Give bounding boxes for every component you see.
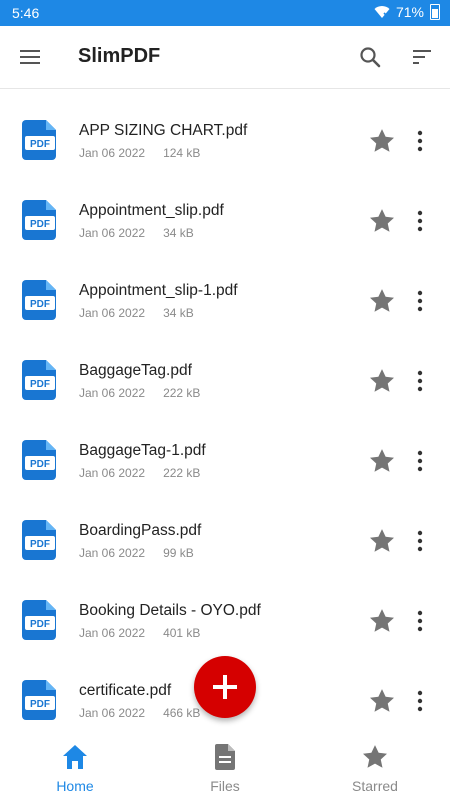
star-icon[interactable] [367,686,397,716]
battery-percent: 71% [395,4,424,20]
star-icon[interactable] [367,526,397,556]
more-options-icon[interactable] [412,128,428,154]
svg-text:PDF: PDF [30,139,50,150]
status-icons: 71% [374,4,440,20]
add-button[interactable] [194,656,256,718]
app-title: SlimPDF [78,45,160,68]
star-icon[interactable] [367,446,397,476]
file-date: Jan 06 2022 [79,226,146,240]
app-title-suffix: PDF [120,45,161,67]
svg-text:PDF: PDF [30,619,50,630]
file-date: Jan 06 2022 [79,146,146,160]
menu-icon[interactable] [18,45,42,69]
svg-text:PDF: PDF [30,539,50,550]
file-row[interactable]: PDF BaggageTag-1.pdf Jan 06 2022 222 kB [0,420,450,500]
file-list: PDF APP SIZING CHART.pdf Jan 06 2022 124 … [0,100,450,740]
pdf-file-icon: PDF [22,600,56,640]
file-meta: Jan 06 2022 34 kB [79,306,194,320]
file-meta: Jan 06 2022 34 kB [79,226,194,240]
file-row[interactable]: PDF BaggageTag.pdf Jan 06 2022 222 kB [0,340,450,420]
nav-home-label: Home [56,778,94,794]
pdf-file-icon: PDF [22,520,56,560]
more-options-icon[interactable] [412,368,428,394]
svg-text:PDF: PDF [30,699,50,710]
pdf-file-icon: PDF [22,120,56,160]
file-name: APP SIZING CHART.pdf [79,122,248,139]
star-icon[interactable] [367,366,397,396]
more-options-icon[interactable] [412,288,428,314]
battery-icon [430,4,440,20]
star-icon [363,745,387,768]
more-options-icon[interactable] [412,688,428,714]
file-name: Appointment_slip.pdf [79,202,224,219]
file-icon [215,744,235,770]
file-size: 34 kB [163,226,194,240]
file-name: BaggageTag-1.pdf [79,442,206,459]
more-options-icon[interactable] [412,528,428,554]
sort-icon[interactable] [410,45,434,69]
file-name: certificate.pdf [79,682,172,699]
file-name: Appointment_slip-1.pdf [79,282,238,299]
file-meta: Jan 06 2022 99 kB [79,546,194,560]
file-meta: Jan 06 2022 222 kB [79,386,200,400]
file-size: 222 kB [163,466,201,480]
nav-starred-label: Starred [352,778,398,794]
file-meta: Jan 06 2022 466 kB [79,706,200,720]
file-date: Jan 06 2022 [79,386,146,400]
nav-home[interactable]: Home [0,732,150,800]
file-size: 34 kB [163,306,194,320]
file-meta: Jan 06 2022 222 kB [79,466,200,480]
file-date: Jan 06 2022 [79,466,146,480]
app-title-prefix: Slim [78,45,121,67]
file-size: 466 kB [163,706,201,720]
file-row[interactable]: PDF Appointment_slip.pdf Jan 06 2022 34 k… [0,180,450,260]
plus-icon [213,675,237,699]
status-time: 5:46 [12,5,40,21]
svg-text:PDF: PDF [30,379,50,390]
search-icon[interactable] [358,45,382,69]
app-bar: SlimPDF [0,26,450,89]
svg-text:PDF: PDF [30,459,50,470]
more-options-icon[interactable] [412,608,428,634]
pdf-file-icon: PDF [22,680,56,720]
file-date: Jan 06 2022 [79,546,146,560]
file-date: Jan 06 2022 [79,706,146,720]
file-date: Jan 06 2022 [79,306,146,320]
nav-files[interactable]: Files [150,732,300,800]
nav-files-label: Files [210,778,240,794]
file-row[interactable]: PDF Booking Details - OYO.pdf Jan 06 202… [0,580,450,660]
file-size: 99 kB [163,546,194,560]
file-name: BaggageTag.pdf [79,362,192,379]
svg-text:PDF: PDF [30,299,50,310]
file-row[interactable]: PDF BoardingPass.pdf Jan 06 2022 99 kB [0,500,450,580]
pdf-file-icon: PDF [22,360,56,400]
status-bar: 5:46 71% [0,0,450,26]
file-name: Booking Details - OYO.pdf [79,602,261,619]
svg-text:PDF: PDF [30,219,50,230]
wifi-icon [374,6,390,19]
file-size: 124 kB [163,146,201,160]
file-row[interactable]: PDF Appointment_slip-1.pdf Jan 06 2022 34… [0,260,450,340]
home-icon [63,745,87,769]
pdf-file-icon: PDF [22,280,56,320]
file-size: 222 kB [163,386,201,400]
bottom-navigation: Home Files Starred [0,732,450,800]
nav-starred[interactable]: Starred [300,732,450,800]
star-icon[interactable] [367,206,397,236]
file-row[interactable]: PDF APP SIZING CHART.pdf Jan 06 2022 124 … [0,100,450,180]
file-meta: Jan 06 2022 401 kB [79,626,200,640]
more-options-icon[interactable] [412,208,428,234]
pdf-file-icon: PDF [22,440,56,480]
star-icon[interactable] [367,126,397,156]
star-icon[interactable] [367,286,397,316]
more-options-icon[interactable] [412,448,428,474]
file-date: Jan 06 2022 [79,626,146,640]
file-name: BoardingPass.pdf [79,522,202,539]
pdf-file-icon: PDF [22,200,56,240]
star-icon[interactable] [367,606,397,636]
file-meta: Jan 06 2022 124 kB [79,146,200,160]
file-size: 401 kB [163,626,201,640]
